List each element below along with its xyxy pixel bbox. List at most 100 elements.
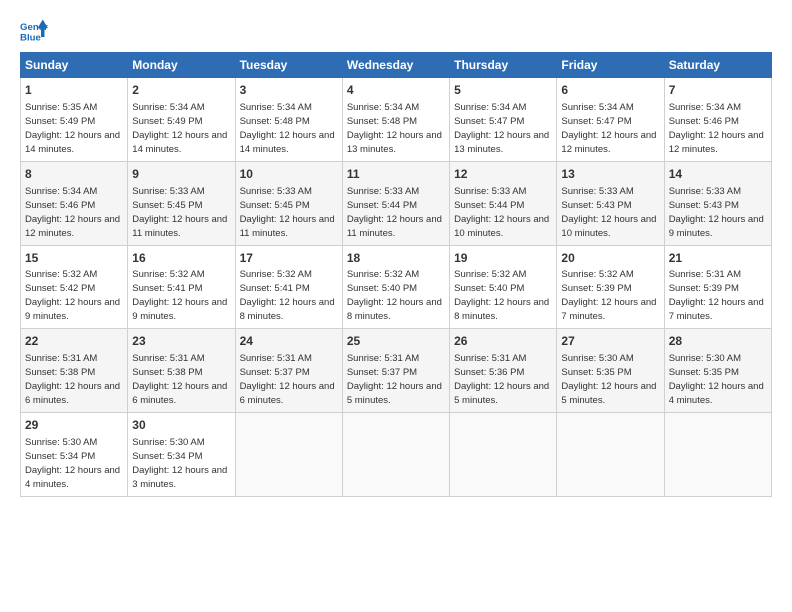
day-number: 9 (132, 166, 230, 183)
day-number: 13 (561, 166, 659, 183)
day-number: 27 (561, 333, 659, 350)
calendar-week-row: 8 Sunrise: 5:34 AMSunset: 5:46 PMDaylight… (21, 161, 772, 245)
day-number: 24 (240, 333, 338, 350)
calendar-cell: 14 Sunrise: 5:33 AMSunset: 5:43 PMDayligh… (664, 161, 771, 245)
day-info: Sunrise: 5:31 AMSunset: 5:37 PMDaylight:… (240, 353, 335, 406)
calendar-cell (557, 413, 664, 497)
calendar-cell: 22 Sunrise: 5:31 AMSunset: 5:38 PMDayligh… (21, 329, 128, 413)
day-info: Sunrise: 5:34 AMSunset: 5:49 PMDaylight:… (132, 102, 227, 155)
weekday-header: Monday (128, 53, 235, 78)
day-number: 25 (347, 333, 445, 350)
day-number: 21 (669, 250, 767, 267)
calendar-cell: 21 Sunrise: 5:31 AMSunset: 5:39 PMDayligh… (664, 245, 771, 329)
calendar-cell: 27 Sunrise: 5:30 AMSunset: 5:35 PMDayligh… (557, 329, 664, 413)
calendar-cell: 13 Sunrise: 5:33 AMSunset: 5:43 PMDayligh… (557, 161, 664, 245)
day-info: Sunrise: 5:33 AMSunset: 5:44 PMDaylight:… (347, 186, 442, 239)
day-info: Sunrise: 5:30 AMSunset: 5:34 PMDaylight:… (25, 437, 120, 490)
day-info: Sunrise: 5:31 AMSunset: 5:37 PMDaylight:… (347, 353, 442, 406)
day-info: Sunrise: 5:34 AMSunset: 5:47 PMDaylight:… (454, 102, 549, 155)
page-header: General Blue (20, 16, 772, 44)
day-number: 1 (25, 82, 123, 99)
calendar-week-row: 15Sunrise: 5:32 AMSunset: 5:42 PMDayligh… (21, 245, 772, 329)
day-number: 22 (25, 333, 123, 350)
calendar-week-row: 22 Sunrise: 5:31 AMSunset: 5:38 PMDayligh… (21, 329, 772, 413)
calendar-cell: 3 Sunrise: 5:34 AMSunset: 5:48 PMDaylight… (235, 78, 342, 162)
day-number: 7 (669, 82, 767, 99)
calendar-cell: 25 Sunrise: 5:31 AMSunset: 5:37 PMDayligh… (342, 329, 449, 413)
day-info: Sunrise: 5:34 AMSunset: 5:48 PMDaylight:… (347, 102, 442, 155)
day-number: 17 (240, 250, 338, 267)
calendar-cell: 7 Sunrise: 5:34 AMSunset: 5:46 PMDaylight… (664, 78, 771, 162)
day-info: Sunrise: 5:32 AMSunset: 5:40 PMDaylight:… (347, 269, 442, 322)
calendar-cell: 1 Sunrise: 5:35 AMSunset: 5:49 PMDaylight… (21, 78, 128, 162)
day-number: 29 (25, 417, 123, 434)
day-number: 14 (669, 166, 767, 183)
day-number: 30 (132, 417, 230, 434)
day-info: Sunrise: 5:30 AMSunset: 5:35 PMDaylight:… (561, 353, 656, 406)
day-info: Sunrise: 5:34 AMSunset: 5:48 PMDaylight:… (240, 102, 335, 155)
calendar-cell: 6 Sunrise: 5:34 AMSunset: 5:47 PMDaylight… (557, 78, 664, 162)
calendar-cell: 30 Sunrise: 5:30 AMSunset: 5:34 PMDayligh… (128, 413, 235, 497)
calendar-cell: 17Sunrise: 5:32 AMSunset: 5:41 PMDayligh… (235, 245, 342, 329)
calendar-week-row: 29 Sunrise: 5:30 AMSunset: 5:34 PMDayligh… (21, 413, 772, 497)
calendar-week-row: 1 Sunrise: 5:35 AMSunset: 5:49 PMDaylight… (21, 78, 772, 162)
calendar-table: SundayMondayTuesdayWednesdayThursdayFrid… (20, 52, 772, 497)
calendar-cell: 20 Sunrise: 5:32 AMSunset: 5:39 PMDayligh… (557, 245, 664, 329)
weekday-header: Saturday (664, 53, 771, 78)
calendar-cell: 29 Sunrise: 5:30 AMSunset: 5:34 PMDayligh… (21, 413, 128, 497)
day-info: Sunrise: 5:30 AMSunset: 5:35 PMDaylight:… (669, 353, 764, 406)
weekday-header: Sunday (21, 53, 128, 78)
day-number: 26 (454, 333, 552, 350)
logo: General Blue (20, 16, 52, 44)
calendar-cell: 24 Sunrise: 5:31 AMSunset: 5:37 PMDayligh… (235, 329, 342, 413)
day-number: 28 (669, 333, 767, 350)
day-number: 5 (454, 82, 552, 99)
svg-text:Blue: Blue (20, 33, 41, 44)
day-info: Sunrise: 5:31 AMSunset: 5:38 PMDaylight:… (132, 353, 227, 406)
day-number: 19 (454, 250, 552, 267)
day-number: 6 (561, 82, 659, 99)
calendar-header: SundayMondayTuesdayWednesdayThursdayFrid… (21, 53, 772, 78)
day-number: 2 (132, 82, 230, 99)
day-info: Sunrise: 5:31 AMSunset: 5:39 PMDaylight:… (669, 269, 764, 322)
day-info: Sunrise: 5:34 AMSunset: 5:47 PMDaylight:… (561, 102, 656, 155)
weekday-header: Tuesday (235, 53, 342, 78)
day-number: 18 (347, 250, 445, 267)
calendar-cell: 12 Sunrise: 5:33 AMSunset: 5:44 PMDayligh… (450, 161, 557, 245)
calendar-cell: 10 Sunrise: 5:33 AMSunset: 5:45 PMDayligh… (235, 161, 342, 245)
day-info: Sunrise: 5:33 AMSunset: 5:43 PMDaylight:… (669, 186, 764, 239)
day-number: 10 (240, 166, 338, 183)
calendar-cell: 26 Sunrise: 5:31 AMSunset: 5:36 PMDayligh… (450, 329, 557, 413)
day-info: Sunrise: 5:32 AMSunset: 5:41 PMDaylight:… (132, 269, 227, 322)
day-info: Sunrise: 5:32 AMSunset: 5:42 PMDaylight:… (25, 269, 120, 322)
calendar-cell: 23 Sunrise: 5:31 AMSunset: 5:38 PMDayligh… (128, 329, 235, 413)
day-number: 8 (25, 166, 123, 183)
calendar-cell: 5 Sunrise: 5:34 AMSunset: 5:47 PMDaylight… (450, 78, 557, 162)
day-number: 20 (561, 250, 659, 267)
day-info: Sunrise: 5:32 AMSunset: 5:40 PMDaylight:… (454, 269, 549, 322)
calendar-cell: 28 Sunrise: 5:30 AMSunset: 5:35 PMDayligh… (664, 329, 771, 413)
day-info: Sunrise: 5:33 AMSunset: 5:44 PMDaylight:… (454, 186, 549, 239)
day-info: Sunrise: 5:34 AMSunset: 5:46 PMDaylight:… (669, 102, 764, 155)
calendar-cell: 11 Sunrise: 5:33 AMSunset: 5:44 PMDayligh… (342, 161, 449, 245)
day-number: 23 (132, 333, 230, 350)
day-info: Sunrise: 5:30 AMSunset: 5:34 PMDaylight:… (132, 437, 227, 490)
day-info: Sunrise: 5:33 AMSunset: 5:43 PMDaylight:… (561, 186, 656, 239)
calendar-cell: 2 Sunrise: 5:34 AMSunset: 5:49 PMDaylight… (128, 78, 235, 162)
day-info: Sunrise: 5:32 AMSunset: 5:39 PMDaylight:… (561, 269, 656, 322)
day-info: Sunrise: 5:34 AMSunset: 5:46 PMDaylight:… (25, 186, 120, 239)
day-info: Sunrise: 5:35 AMSunset: 5:49 PMDaylight:… (25, 102, 120, 155)
day-info: Sunrise: 5:31 AMSunset: 5:38 PMDaylight:… (25, 353, 120, 406)
day-number: 3 (240, 82, 338, 99)
calendar-cell (235, 413, 342, 497)
day-info: Sunrise: 5:33 AMSunset: 5:45 PMDaylight:… (240, 186, 335, 239)
day-info: Sunrise: 5:31 AMSunset: 5:36 PMDaylight:… (454, 353, 549, 406)
logo-icon: General Blue (20, 16, 48, 44)
weekday-header: Friday (557, 53, 664, 78)
calendar-cell: 4 Sunrise: 5:34 AMSunset: 5:48 PMDaylight… (342, 78, 449, 162)
day-info: Sunrise: 5:33 AMSunset: 5:45 PMDaylight:… (132, 186, 227, 239)
day-number: 12 (454, 166, 552, 183)
calendar-cell: 18 Sunrise: 5:32 AMSunset: 5:40 PMDayligh… (342, 245, 449, 329)
day-number: 4 (347, 82, 445, 99)
day-number: 11 (347, 166, 445, 183)
